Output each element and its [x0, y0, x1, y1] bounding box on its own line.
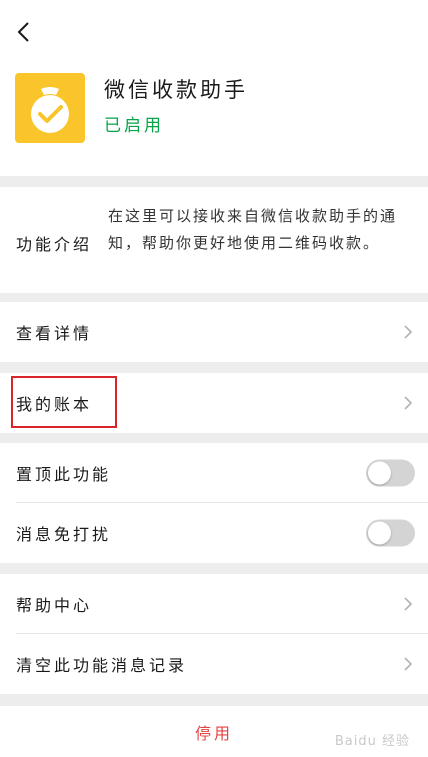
intro-text: 在这里可以接收来自微信收款助手的通知，帮助你更好地使用二维码收款。: [108, 207, 398, 252]
clear-history-row[interactable]: 清空此功能消息记录: [0, 634, 428, 694]
mute-messages-row: 消息免打扰: [0, 503, 428, 563]
watermark: Baidu 经验: [335, 730, 410, 749]
chevron-right-icon: [404, 657, 413, 671]
app-icon: [15, 73, 85, 143]
pin-feature-row: 置顶此功能: [0, 443, 428, 503]
pin-feature-label: 置顶此功能: [16, 465, 112, 484]
chevron-left-icon: [17, 22, 29, 42]
chevron-right-icon: [404, 597, 413, 611]
highlight-box: [11, 376, 117, 428]
money-bag-check-icon: [31, 87, 69, 133]
mute-messages-toggle[interactable]: [366, 519, 415, 547]
toggle-knob: [368, 461, 391, 485]
mute-messages-label: 消息免打扰: [16, 525, 112, 544]
chevron-right-icon: [404, 325, 413, 339]
clear-history-label: 清空此功能消息记录: [16, 656, 188, 675]
view-details-label: 查看详情: [16, 324, 93, 343]
watermark-text: Baidu 经验: [334, 734, 410, 749]
app-status: 已启用: [104, 116, 164, 136]
chevron-right-icon: [404, 396, 413, 410]
intro-label: 功能介绍: [16, 235, 93, 254]
pin-feature-toggle[interactable]: [366, 459, 415, 487]
back-button[interactable]: [10, 18, 36, 46]
help-center-row[interactable]: 帮助中心: [0, 574, 428, 634]
app-name: 微信收款助手: [104, 78, 248, 102]
header-card: 微信收款助手 已启用: [0, 0, 428, 176]
help-center-label: 帮助中心: [16, 596, 93, 615]
toggle-knob: [368, 521, 391, 545]
view-details-row[interactable]: 查看详情: [0, 302, 428, 362]
